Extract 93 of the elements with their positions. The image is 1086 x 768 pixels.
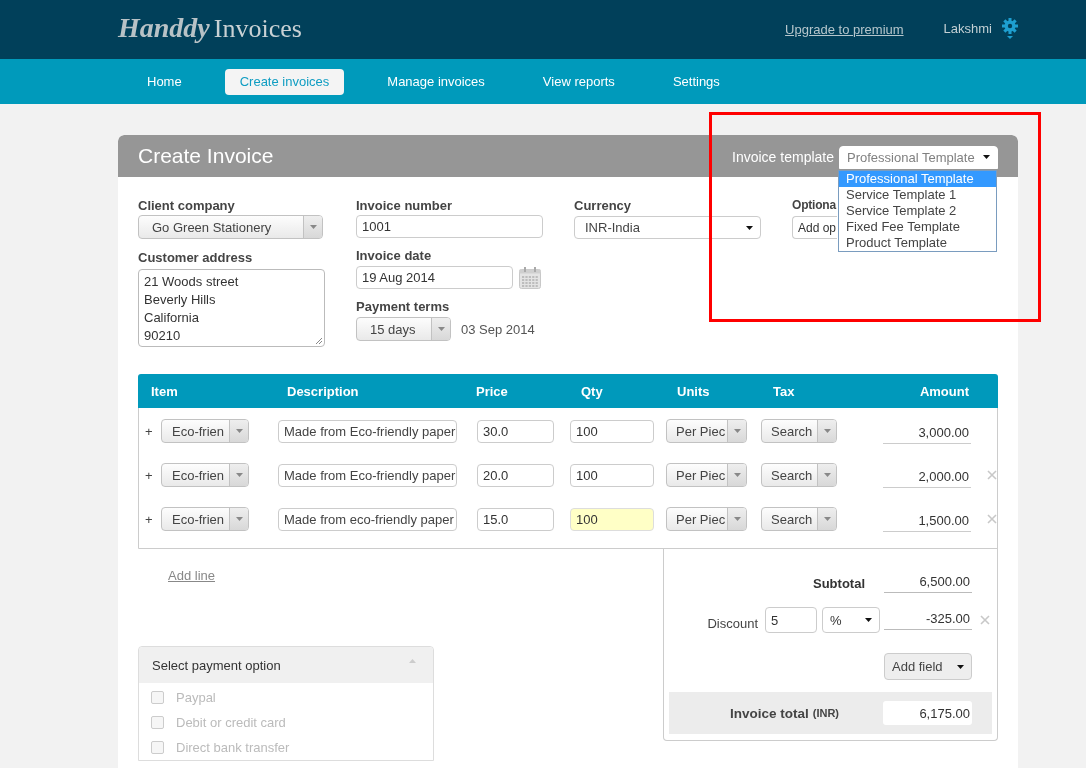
item-select[interactable]: Eco-frien: [161, 463, 249, 487]
caret-icon: [823, 473, 831, 477]
currency-note: (INR): [812, 707, 840, 719]
settings-icon[interactable]: [1002, 17, 1018, 42]
template-option[interactable]: Product Template: [839, 234, 996, 251]
payment-title: Select payment option: [152, 657, 281, 673]
page-title: Create Invoice: [138, 144, 274, 168]
discount-field[interactable]: 5: [765, 607, 817, 633]
resize-grip-icon: [316, 338, 322, 344]
qty-field[interactable]: 100: [570, 419, 654, 443]
item-select[interactable]: Eco-frien: [161, 507, 249, 531]
discount-type-select[interactable]: %: [822, 607, 880, 633]
amount-value: 3,000.00: [883, 418, 971, 444]
caret-icon: [865, 618, 872, 622]
close-icon[interactable]: [987, 470, 997, 480]
template-select[interactable]: Professional Template: [839, 145, 998, 169]
add-line-link[interactable]: Add line: [168, 568, 215, 583]
caret-icon: [957, 664, 964, 669]
currency-select[interactable]: INR-India: [574, 216, 761, 239]
date-field[interactable]: 19 Aug 2014: [356, 266, 513, 289]
discount-label: Discount: [707, 615, 758, 631]
field-label: Customer address: [138, 250, 253, 266]
units-select[interactable]: Per Piec: [666, 507, 747, 531]
caret-icon: [746, 225, 753, 230]
description-field[interactable]: Made from eco-friendly paper: [278, 507, 457, 531]
invoice-total-value: 6,175.00: [883, 701, 972, 725]
due-date: 03 Sep 2014: [461, 321, 535, 337]
column-header: Price: [476, 383, 509, 399]
price-field[interactable]: 20.0: [477, 463, 554, 487]
calendar-icon[interactable]: [519, 266, 541, 289]
column-header: Item: [151, 383, 179, 399]
template-option[interactable]: Fixed Fee Template: [839, 218, 996, 235]
item-select[interactable]: Eco-frien: [161, 419, 249, 443]
description-field[interactable]: Made from Eco-friendly paper: [278, 419, 457, 443]
caret-icon: [733, 473, 741, 477]
caret-icon: [733, 517, 741, 521]
address-field[interactable]: 21 Woods street Beverly Hills California 90210: [138, 269, 325, 347]
column-header: Amount: [919, 383, 969, 399]
caret-icon: [235, 517, 243, 521]
column-header: Units: [677, 383, 711, 399]
amount-value: 2,000.00: [883, 462, 971, 488]
user-name[interactable]: Lakshmi: [943, 21, 992, 36]
units-select[interactable]: Per Piec: [666, 463, 747, 487]
price-field[interactable]: 30.0: [477, 419, 554, 443]
column-header: Description: [287, 383, 360, 399]
caret-icon: [309, 225, 317, 229]
units-select[interactable]: Per Piec: [666, 419, 747, 443]
tax-select[interactable]: Search: [761, 507, 837, 531]
subtotal-value: 6,500.00: [884, 574, 972, 593]
option-label: Paypal: [176, 690, 216, 705]
close-icon[interactable]: [987, 514, 997, 524]
tax-select[interactable]: Search: [761, 419, 837, 443]
client-select[interactable]: Go Green Stationery: [138, 215, 323, 239]
caret-icon: [235, 473, 243, 477]
add-row-button[interactable]: +: [145, 423, 161, 439]
tax-select[interactable]: Search: [761, 463, 837, 487]
caret-icon: [823, 517, 831, 521]
terms-select[interactable]: 15 days: [356, 317, 451, 341]
field-label: Invoice number: [356, 198, 453, 214]
discount-value: -325.00: [884, 610, 972, 630]
caret-icon: [437, 327, 445, 331]
template-option[interactable]: Service Template 1: [839, 186, 996, 203]
column-header: Tax: [773, 383, 796, 399]
option-label: Debit or credit card: [176, 715, 286, 730]
price-field[interactable]: 15.0: [477, 507, 554, 531]
app-logo: HanddyInvoices: [118, 11, 302, 44]
caret-icon: [733, 429, 741, 433]
field-label: Client company: [138, 198, 235, 214]
invoice-number-field[interactable]: 1001: [356, 215, 543, 238]
caret-icon: [983, 155, 990, 159]
field-label: Payment terms: [356, 299, 450, 315]
add-row-button[interactable]: +: [145, 511, 161, 527]
optional-field[interactable]: Add op: [792, 216, 837, 239]
caret-icon: [235, 429, 243, 433]
field-label: Invoice date: [356, 248, 432, 264]
caret-icon: [823, 429, 831, 433]
close-icon[interactable]: [980, 615, 990, 625]
field-label: Currency: [574, 198, 632, 214]
column-header: Qty: [581, 383, 604, 399]
qty-field[interactable]: 100: [570, 463, 654, 487]
add-field-button[interactable]: Add field: [884, 653, 972, 680]
payment-panel-header[interactable]: Select payment option: [139, 647, 433, 683]
description-field[interactable]: Made from Eco-friendly paper: [278, 463, 457, 487]
option-label: Direct bank transfer: [176, 740, 290, 755]
amount-value: 1,500.00: [883, 506, 971, 532]
qty-field[interactable]: 100: [570, 507, 654, 531]
subtotal-label: Subtotal: [813, 576, 865, 591]
upgrade-link[interactable]: Upgrade to premium: [785, 22, 904, 37]
invoice-total-label: Invoice total: [730, 705, 809, 721]
template-option[interactable]: Service Template 2: [839, 202, 996, 219]
add-row-button[interactable]: +: [145, 467, 161, 483]
field-label: Optiona: [792, 198, 836, 214]
template-label: Invoice template: [732, 149, 834, 165]
